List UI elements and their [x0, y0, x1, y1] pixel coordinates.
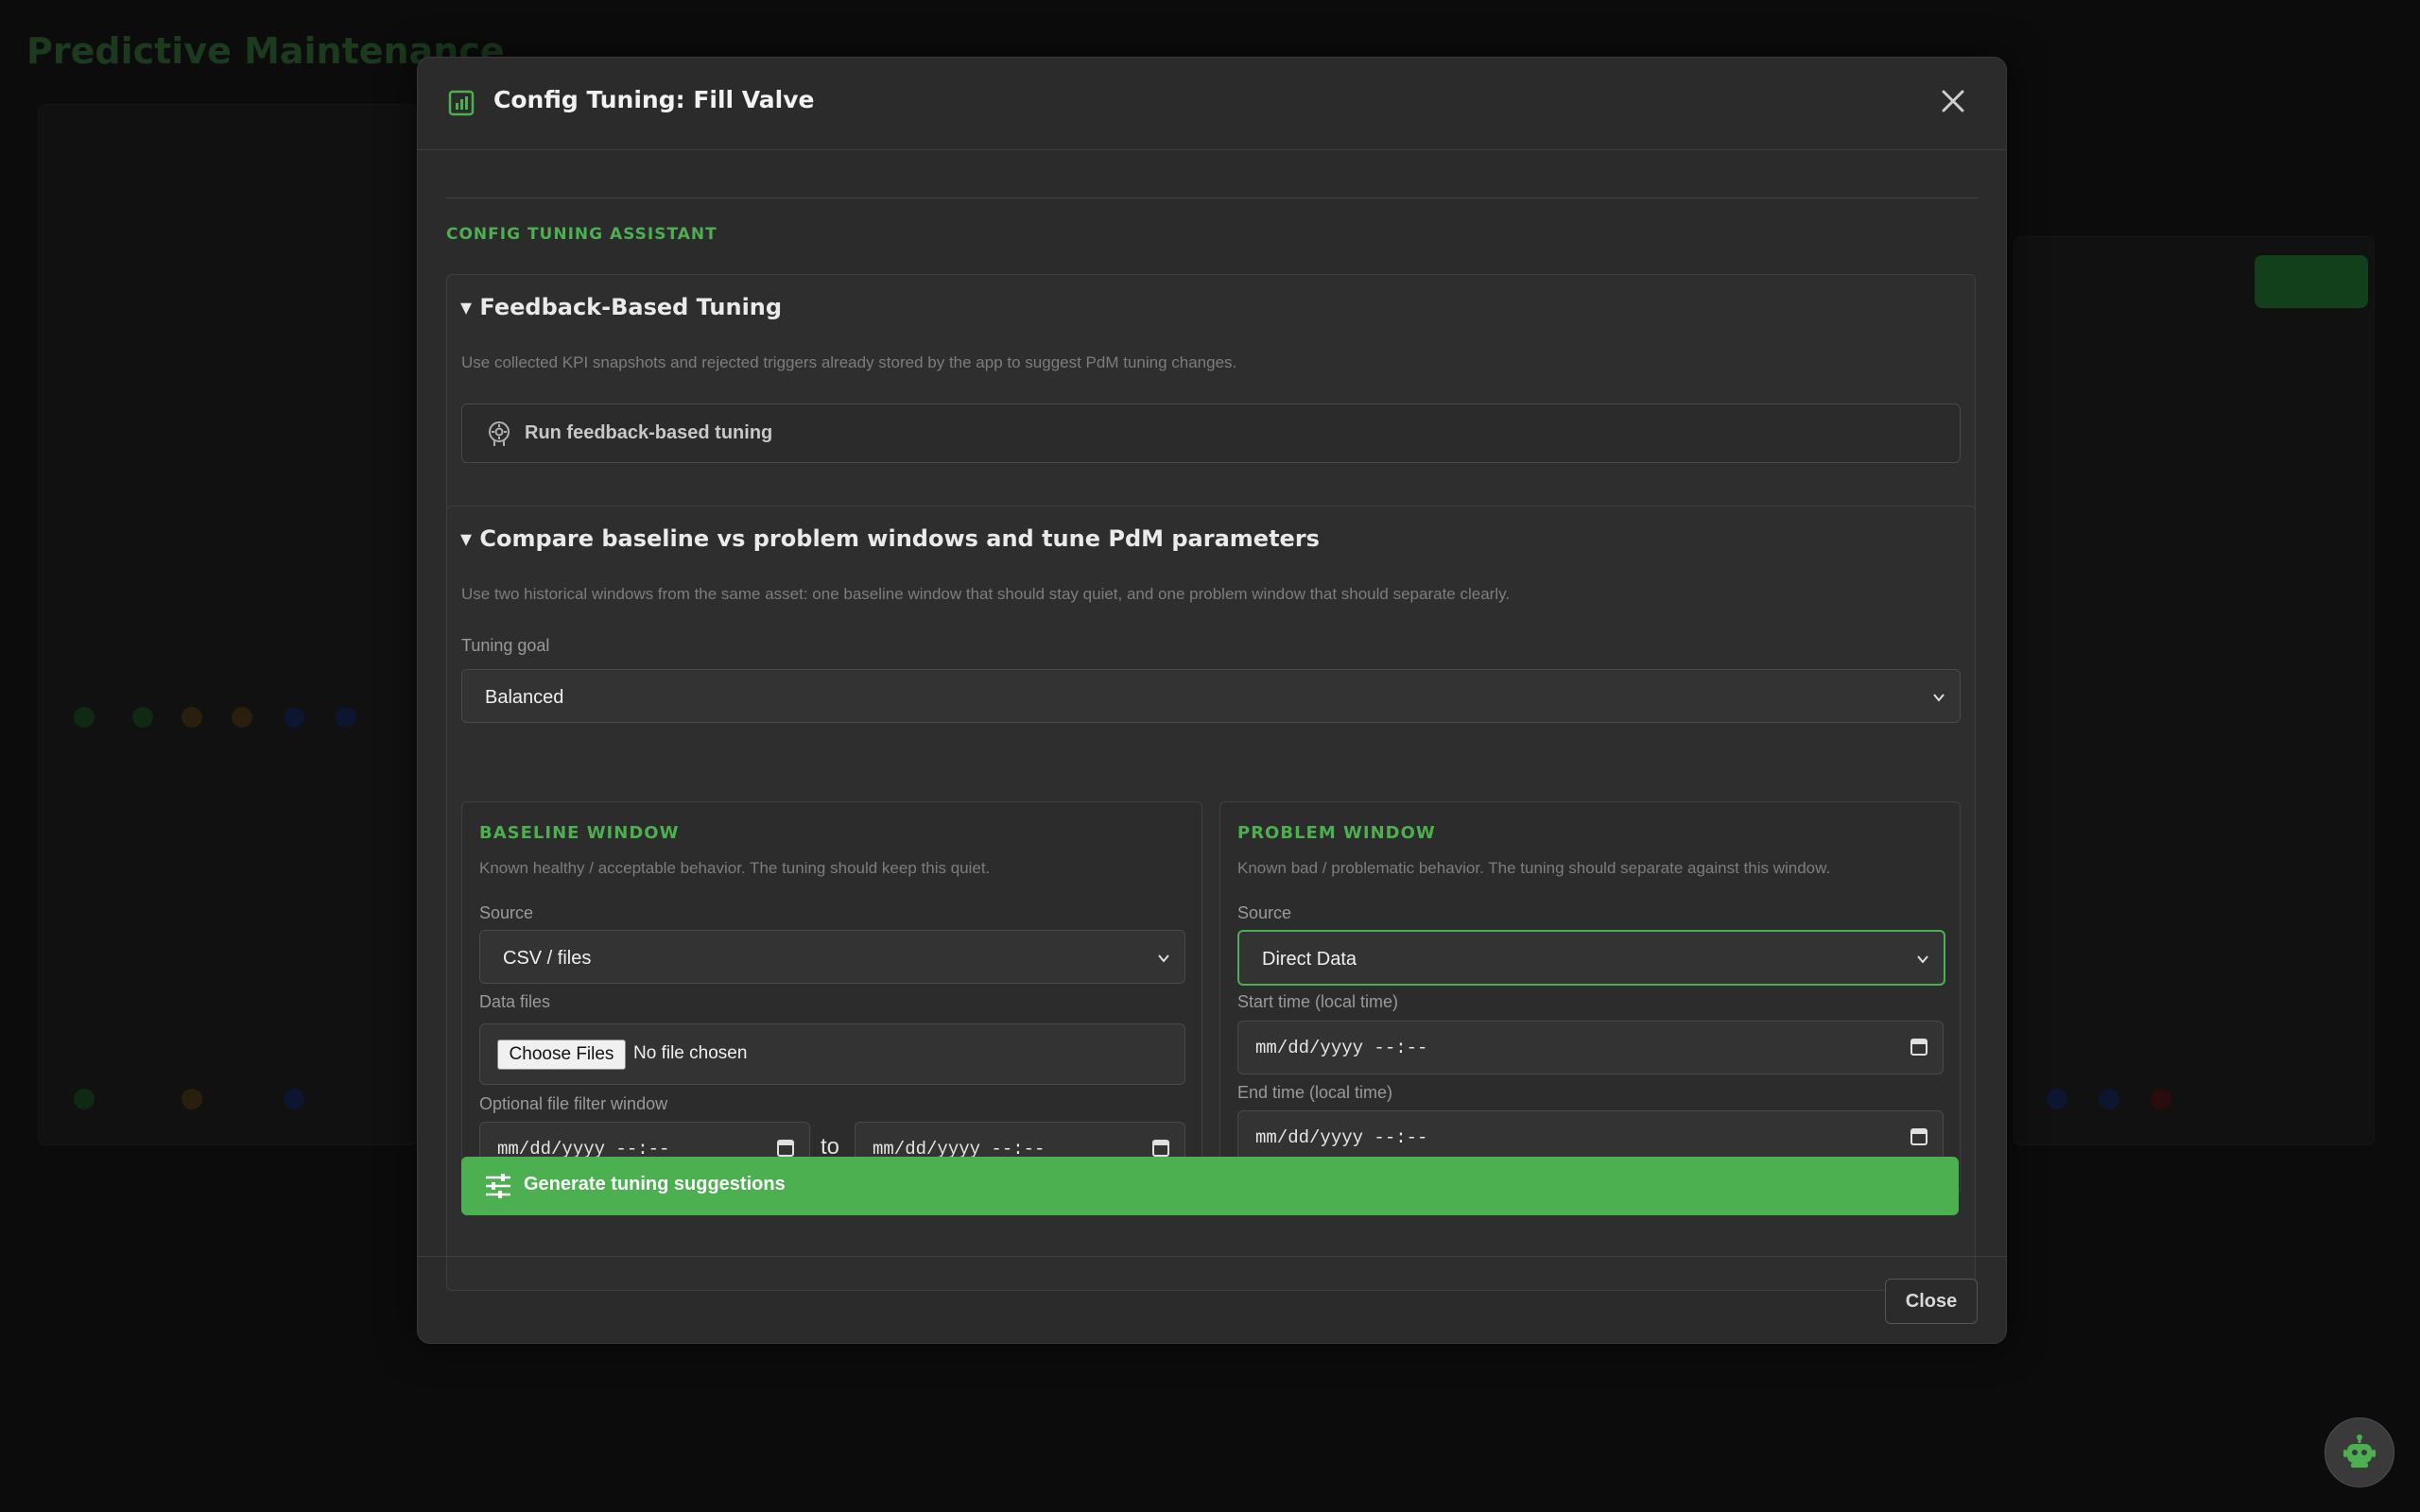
problem-source-label: Source	[1237, 903, 1292, 922]
background-dot	[284, 707, 304, 728]
disclosure-triangle-icon: ▾	[460, 294, 480, 320]
background-panel	[2014, 236, 2375, 1145]
compare-windows-description: Use two historical windows from the same…	[461, 585, 1511, 603]
data-files-input[interactable]: Choose Files No file chosen	[479, 1023, 1185, 1085]
choose-files-button[interactable]: Choose Files	[497, 1040, 626, 1070]
chevron-down-icon	[1158, 954, 1169, 963]
calendar-icon[interactable]	[1152, 1138, 1169, 1157]
close-icon[interactable]	[1938, 86, 1968, 116]
sliders-icon	[486, 1174, 510, 1198]
tuning-goal-label: Tuning goal	[461, 636, 550, 655]
start-time-label: Start time (local time)	[1237, 992, 1399, 1011]
chevron-down-icon	[1933, 694, 1945, 702]
baseline-source-value: CSV / files	[503, 948, 592, 969]
calendar-icon[interactable]	[777, 1138, 794, 1157]
problem-window-panel: PROBLEM WINDOW Known bad / problematic b…	[1219, 801, 1961, 1194]
compare-windows-summary[interactable]: ▾ Compare baseline vs problem windows an…	[460, 525, 1320, 552]
end-time-label: End time (local time)	[1237, 1083, 1393, 1102]
start-time-value: mm/dd/yyyy --:--	[1255, 1038, 1428, 1058]
section-label: CONFIG TUNING ASSISTANT	[446, 225, 717, 244]
background-dot	[232, 707, 252, 728]
no-file-chosen-text: No file chosen	[633, 1043, 748, 1063]
compare-windows-title: Compare baseline vs problem windows and …	[479, 525, 1320, 552]
calendar-icon[interactable]	[1910, 1037, 1927, 1056]
run-feedback-tuning-label: Run feedback-based tuning	[525, 422, 773, 443]
data-files-label: Data files	[479, 992, 551, 1011]
baseline-source-label: Source	[479, 903, 534, 922]
background-dot	[2151, 1089, 2171, 1109]
problem-source-select[interactable]: Direct Data	[1237, 930, 1945, 986]
background-dot	[132, 707, 153, 728]
generate-tuning-button[interactable]: Generate tuning suggestions	[461, 1157, 1959, 1215]
problem-window-title: PROBLEM WINDOW	[1237, 823, 1436, 843]
robot-icon	[2343, 1435, 2376, 1468]
modal-header: Config Tuning: Fill Valve	[418, 58, 2006, 150]
chart-icon	[448, 90, 475, 116]
problem-window-description: Known bad / problematic behavior. The tu…	[1237, 859, 1831, 877]
background-button	[2255, 255, 2368, 308]
tuning-goal-select[interactable]: Balanced	[461, 669, 1961, 723]
assistant-robot-button[interactable]	[2325, 1418, 2394, 1487]
run-feedback-tuning-button[interactable]: Run feedback-based tuning	[461, 404, 1961, 463]
disclosure-triangle-icon: ▾	[460, 525, 480, 552]
background-dot	[284, 1089, 304, 1109]
background-dot	[74, 1089, 95, 1109]
chevron-down-icon	[1917, 955, 1928, 964]
baseline-source-select[interactable]: CSV / files	[479, 930, 1185, 984]
background-dot	[74, 707, 95, 728]
file-filter-label: Optional file filter window	[479, 1094, 668, 1113]
end-time-value: mm/dd/yyyy --:--	[1255, 1127, 1428, 1148]
baseline-window-panel: BASELINE WINDOW Known healthy / acceptab…	[461, 801, 1202, 1194]
background-dot	[182, 1089, 202, 1109]
feedback-tuning-card: ▾ Feedback-Based Tuning Use collected KP…	[446, 274, 1976, 535]
background-panel	[38, 104, 418, 1145]
baseline-window-title: BASELINE WINDOW	[479, 823, 680, 843]
feedback-tuning-title: Feedback-Based Tuning	[479, 294, 783, 320]
modal-title: Config Tuning: Fill Valve	[493, 86, 815, 113]
config-tuning-modal: Config Tuning: Fill Valve CONFIG TUNING …	[417, 57, 2007, 1344]
feedback-tuning-summary[interactable]: ▾ Feedback-Based Tuning	[460, 294, 782, 320]
start-time-datetime[interactable]: mm/dd/yyyy --:--	[1237, 1021, 1944, 1074]
close-button[interactable]: Close	[1885, 1279, 1978, 1324]
generate-tuning-label: Generate tuning suggestions	[524, 1174, 786, 1194]
feedback-tuning-description: Use collected KPI snapshots and rejected…	[461, 353, 1237, 371]
calendar-icon[interactable]	[1910, 1126, 1927, 1145]
modal-footer: Close	[418, 1256, 2006, 1343]
tuning-goal-value: Balanced	[485, 687, 564, 708]
brain-gear-icon	[489, 421, 510, 446]
background-dot	[2099, 1089, 2119, 1109]
background-dot	[182, 707, 202, 728]
baseline-window-description: Known healthy / acceptable behavior. The…	[479, 859, 991, 877]
problem-source-value: Direct Data	[1262, 949, 1357, 970]
background-dot	[336, 707, 356, 728]
background-dot	[2047, 1089, 2067, 1109]
